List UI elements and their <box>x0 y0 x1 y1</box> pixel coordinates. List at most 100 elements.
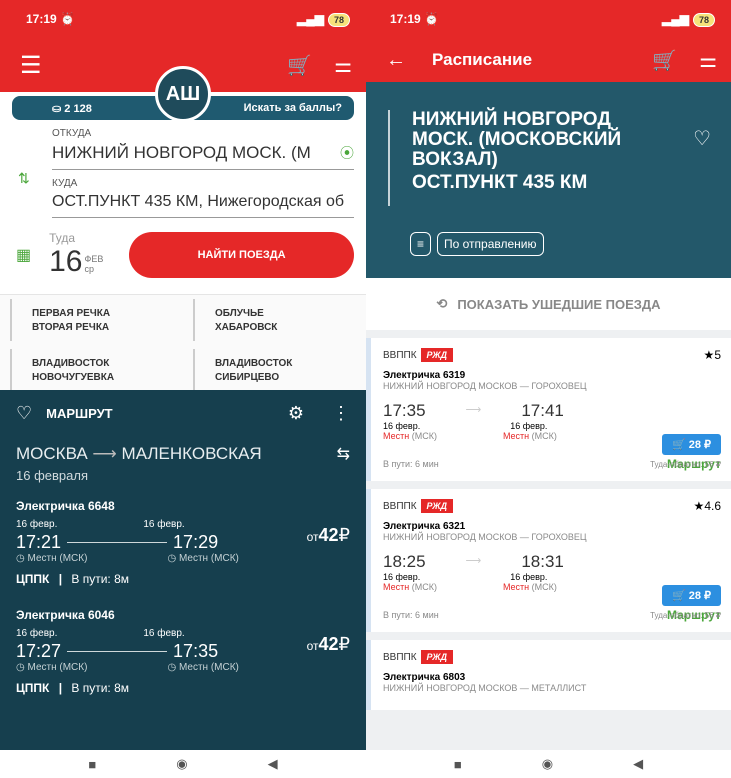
date-row: ▦ Туда 16 ФЕВ ср НАЙТИ ПОЕЗДА <box>0 218 366 286</box>
rzd-logo: РЖД <box>420 348 454 362</box>
arr-time: 17:35 <box>173 641 219 661</box>
currency: ₽ <box>338 634 350 654</box>
cart-icon[interactable]: 🛒 <box>287 53 312 78</box>
buy-button[interactable]: 🛒 28 ₽ <box>661 434 721 455</box>
duration: В пути: 8м <box>71 572 130 586</box>
from-label: ОТКУДА <box>52 128 92 139</box>
heart-icon[interactable]: ♡ <box>693 126 711 151</box>
home-icon[interactable]: ◉ <box>176 756 187 772</box>
system-nav-bar: ■ ◉ ◀ <box>366 750 731 778</box>
to-field[interactable]: ОСТ.ПУНКТ 435 КМ, Нижегородская об <box>52 189 354 218</box>
dep-time: 17:35 <box>383 401 426 420</box>
back-icon[interactable]: ◀ <box>633 756 643 772</box>
search-trains-button[interactable]: НАЙТИ ПОЕЗДА <box>129 232 354 278</box>
home-icon[interactable]: ◉ <box>542 756 553 772</box>
price: 28 ₽ <box>688 590 711 602</box>
sort-icon[interactable]: ≡ <box>410 232 432 256</box>
star-icon: ★ <box>693 499 705 513</box>
recent-item[interactable]: ПЕРВАЯ РЕЧКА ВТОРАЯ РЕЧКА <box>10 299 173 341</box>
route-from: МОСКВА <box>16 444 88 463</box>
date-label: Туда <box>49 231 76 245</box>
sliders-icon[interactable]: ⚌ <box>334 53 352 78</box>
arrow-icon: ⟶ <box>92 444 117 463</box>
route-train-card[interactable]: Электричка 6648 16 февр. 16 февр. 17:21 17… <box>16 499 350 586</box>
recent-item[interactable]: ВЛАДИВОСТОК СИБИРЦЕВО <box>193 349 356 391</box>
carrier: ЦППК <box>16 572 50 586</box>
train-route: НИЖНИЙ НОВГОРОД МОСКОВ — МЕТАЛЛИСТ <box>383 683 587 693</box>
dep-time: 17:27 <box>16 641 62 661</box>
date-picker[interactable]: Туда 16 ФЕВ ср <box>49 231 129 279</box>
hamburger-menu-icon[interactable]: ☰ <box>20 51 42 80</box>
buy-button[interactable]: 🛒 28 ₽ <box>661 585 721 606</box>
route-panel: ♡ МАРШРУТ ⚙ ⋮ МОСКВА ⟶ МАЛЕНКОВСКАЯ ⇆ 16… <box>0 390 366 750</box>
arr-date: 16 февр. <box>510 572 548 582</box>
train-name: Электричка 6803 <box>383 672 466 683</box>
status-bar: 17:19 ⏰ ▂▄▆ 78 <box>366 0 731 38</box>
recent-item[interactable]: ОБЛУЧЬЕ ХАБАРОВСК <box>193 299 356 341</box>
train-card[interactable]: ВВППК РЖД Электричка 6803 НИЖНИЙ НОВГОРОД… <box>366 640 731 710</box>
dep-tz: Местн (МСК) <box>27 553 88 564</box>
cart-icon: 🛒 <box>671 590 686 602</box>
back-icon[interactable]: ◀ <box>268 756 278 772</box>
recent-to: СИБИРЦЕВО <box>215 372 280 383</box>
history-icon: ⟲ <box>436 296 448 311</box>
dep-tz-local: Местн <box>383 431 410 441</box>
arr-date: 16 февр. <box>143 628 185 639</box>
coins-icon: ⛀ <box>52 102 62 115</box>
arr-tz: (МСК) <box>531 431 557 441</box>
separator: | <box>58 572 63 586</box>
show-departed-label: ПОКАЗАТЬ УШЕДШИЕ ПОЕЗДА <box>457 296 661 312</box>
dep-date: 16 февр. <box>16 628 58 639</box>
more-icon[interactable]: ⋮ <box>332 403 350 424</box>
currency: ₽ <box>338 525 350 545</box>
roundtrip-price: Туда-обратно: 56 ₽ <box>650 611 721 620</box>
cart-icon[interactable]: 🛒 <box>652 48 677 73</box>
alarm-clock-icon: ⏰ <box>424 12 439 26</box>
recents-icon[interactable]: ■ <box>88 757 96 772</box>
sort-button[interactable]: По отправлению <box>437 232 544 256</box>
toolbar: ← Расписание 🛒 ⚌ <box>366 38 731 82</box>
train-card[interactable]: ВВППК РЖД ★5 Электричка 6319 НИЖНИЙ НОВГО… <box>366 338 731 481</box>
status-time: 17:19 <box>26 12 57 26</box>
route-train-card[interactable]: Электричка 6046 16 февр. 16 февр. 17:27 17… <box>16 608 350 695</box>
carrier: ВВППК <box>383 501 417 512</box>
back-arrow-icon[interactable]: ← <box>386 49 406 72</box>
carrier: ЦППК <box>16 681 50 695</box>
route-title: МАРШРУТ <box>46 405 113 421</box>
points-search-link[interactable]: Искать за баллы? <box>244 102 342 114</box>
status-bar: 17:19 ⏰ ▂▄▆ 78 <box>0 0 366 38</box>
date-month: ФЕВ <box>84 254 104 264</box>
rzd-logo: РЖД <box>420 499 454 513</box>
price: 42 <box>318 525 339 545</box>
to-label: КУДА <box>52 178 78 189</box>
from-field[interactable]: НИЖНИЙ НОВГОРОД МОСК. (М ⦿ <box>52 139 354 170</box>
dep-tz: (МСК) <box>411 582 437 592</box>
date-day: 16 <box>49 245 83 278</box>
train-card[interactable]: ВВППК РЖД ★4.6 Электричка 6321 НИЖНИЙ НОВ… <box>366 489 731 632</box>
route-header: НИЖНИЙ НОВГОРОД МОСК. (МОСКОВСКИЙ ВОКЗАЛ… <box>366 82 731 278</box>
heart-icon[interactable]: ♡ <box>16 403 32 424</box>
sliders-icon[interactable]: ⚌ <box>699 48 717 73</box>
show-departed-row[interactable]: ⟲ ПОКАЗАТЬ УШЕДШИЕ ПОЕЗДА <box>366 278 731 330</box>
star-icon: ★ <box>703 348 715 362</box>
recents-icon[interactable]: ■ <box>454 757 462 772</box>
swap-icon[interactable]: ⇅ <box>18 170 30 187</box>
arr-tz: Местн (МСК) <box>178 553 239 564</box>
route-to: МАЛЕНКОВСКАЯ <box>121 444 262 463</box>
duration: В пути: 6 мин <box>383 610 439 620</box>
swap-route-icon[interactable]: ⇆ <box>337 444 350 464</box>
avatar[interactable]: АШ <box>155 66 211 122</box>
dep-tz-local: Местн <box>383 582 410 592</box>
location-pin-icon[interactable]: ⦿ <box>340 143 354 163</box>
price: 28 ₽ <box>688 439 711 451</box>
to-value: ОСТ.ПУНКТ 435 КМ, Нижегородская об <box>52 193 345 210</box>
recent-item[interactable]: ВЛАДИВОСТОК НОВОЧУГУЕВКА <box>10 349 173 391</box>
recent-from: ПЕРВАЯ РЕЧКА <box>32 308 111 319</box>
page-title: Расписание <box>432 50 533 69</box>
battery-icon: 78 <box>327 12 350 27</box>
separator: | <box>58 681 63 695</box>
gear-icon[interactable]: ⚙ <box>288 403 304 424</box>
search-trains-label: НАЙТИ ПОЕЗДА <box>197 249 286 261</box>
train-route: НИЖНИЙ НОВГОРОД МОСКОВ — ГОРОХОВЕЦ <box>383 532 587 542</box>
arr-tz: Местн (МСК) <box>178 662 239 673</box>
